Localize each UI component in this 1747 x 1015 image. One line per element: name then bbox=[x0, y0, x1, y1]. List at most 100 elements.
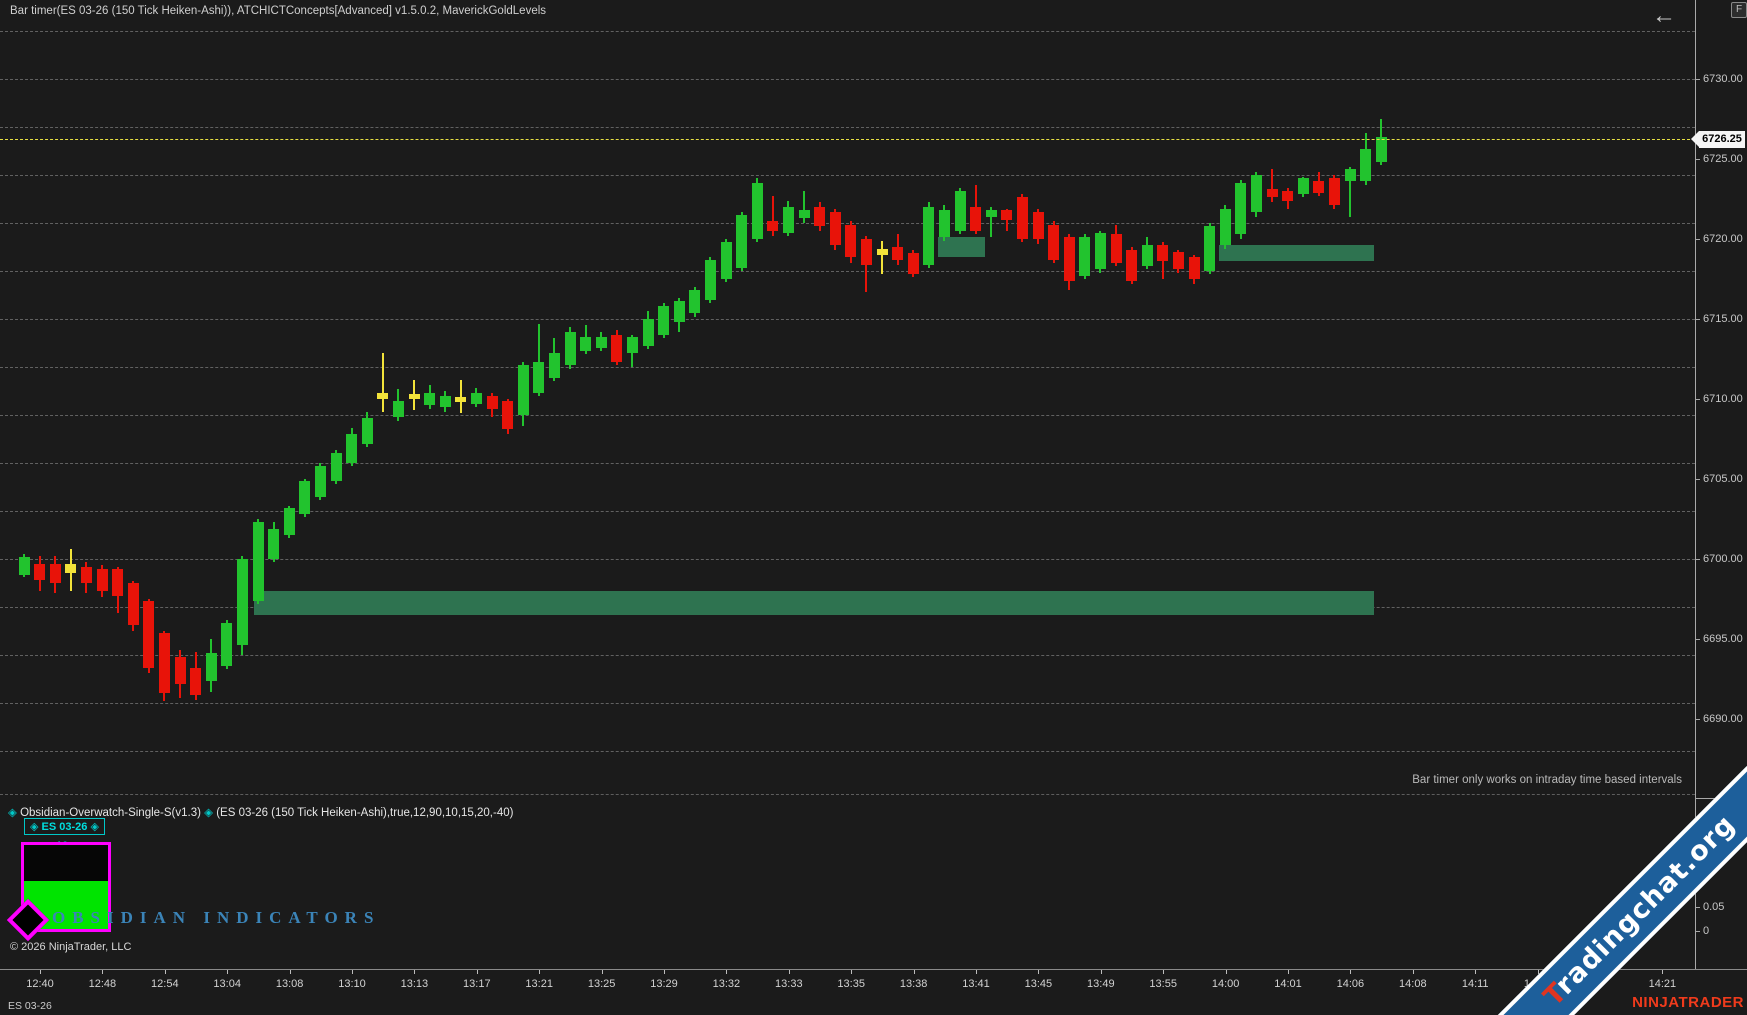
instrument-badge: ◈ ES 03-26 ◈ bbox=[24, 818, 105, 835]
fixed-scale-icon[interactable]: F bbox=[1731, 2, 1747, 18]
gridline bbox=[0, 127, 1695, 128]
price-label: 6700.00 bbox=[1703, 553, 1743, 565]
candle-body bbox=[112, 569, 123, 596]
time-label: 14:06 bbox=[1337, 978, 1365, 990]
time-tick bbox=[851, 970, 852, 974]
gridline bbox=[0, 463, 1695, 464]
gridline bbox=[0, 415, 1695, 416]
candle-body bbox=[518, 365, 529, 415]
gridline bbox=[0, 79, 1695, 80]
time-axis-line bbox=[0, 969, 1747, 970]
bar-timer-note: Bar timer only works on intraday time ba… bbox=[1412, 774, 1682, 786]
diamond-icon: ◈ bbox=[8, 807, 17, 819]
time-tick bbox=[40, 970, 41, 974]
candle-body bbox=[81, 567, 92, 583]
time-label: 13:10 bbox=[338, 978, 366, 990]
price-axis[interactable]: F 6730.006725.006720.006715.006710.00670… bbox=[1695, 0, 1747, 798]
time-tick bbox=[290, 970, 291, 974]
ninjatrader-chart-window: Bar timer(ES 03-26 (150 Tick Heiken-Ashi… bbox=[0, 0, 1747, 1015]
candle-body bbox=[627, 337, 638, 353]
back-arrow-icon[interactable]: ← bbox=[1652, 2, 1676, 30]
panel-splitter[interactable] bbox=[0, 794, 1695, 795]
time-label: 14:11 bbox=[1462, 978, 1489, 990]
price-label: 6725.00 bbox=[1703, 153, 1743, 165]
time-tick bbox=[227, 970, 228, 974]
candle-body bbox=[955, 191, 966, 231]
indicator-panel[interactable]: ◈ Obsidian-Overwatch-Single-S(v1.3) ◈ (E… bbox=[0, 798, 1695, 969]
candle-body bbox=[939, 210, 950, 237]
candle-body bbox=[705, 260, 716, 300]
gridline bbox=[0, 655, 1695, 656]
candle-body bbox=[580, 337, 591, 351]
candle-body bbox=[455, 397, 466, 402]
candle-body bbox=[284, 508, 295, 535]
time-label: 13:32 bbox=[713, 978, 741, 990]
candle-body bbox=[393, 401, 404, 417]
time-label: 13:13 bbox=[401, 978, 429, 990]
candle-body bbox=[1033, 212, 1044, 239]
time-tick bbox=[1038, 970, 1039, 974]
candle-body bbox=[299, 481, 310, 515]
time-label: 12:54 bbox=[151, 978, 179, 990]
candle-body bbox=[1048, 225, 1059, 260]
candle-body bbox=[549, 353, 560, 379]
candle-body bbox=[923, 207, 934, 265]
candle-body bbox=[861, 239, 872, 265]
price-label: 6720.00 bbox=[1703, 233, 1743, 245]
candle-body bbox=[315, 466, 326, 496]
candle-body bbox=[362, 418, 373, 444]
candle-body bbox=[1282, 191, 1293, 201]
time-axis[interactable]: 12:4012:4812:5413:0413:0813:1013:1313:17… bbox=[0, 969, 1747, 1015]
candle-body bbox=[721, 242, 732, 279]
diamond-icon: ◈ bbox=[30, 821, 38, 833]
candle-body bbox=[143, 601, 154, 668]
candle-body bbox=[783, 207, 794, 233]
time-tick bbox=[1226, 970, 1227, 974]
time-label: 13:25 bbox=[588, 978, 616, 990]
candle-body bbox=[752, 183, 763, 239]
candle-body bbox=[19, 557, 30, 575]
candle-body bbox=[986, 210, 997, 216]
candle-body bbox=[596, 337, 607, 348]
candle-body bbox=[892, 247, 903, 260]
price-label: 6690.00 bbox=[1703, 713, 1743, 725]
candle-body bbox=[346, 434, 357, 463]
time-tick bbox=[1288, 970, 1289, 974]
diamond-icon: ◈ bbox=[90, 821, 98, 833]
copyright-text: © 2026 NinjaTrader, LLC bbox=[10, 941, 131, 953]
candle-body bbox=[689, 290, 700, 312]
candle-body bbox=[565, 332, 576, 366]
gridline bbox=[0, 31, 1695, 32]
candle-body bbox=[377, 393, 388, 399]
indicator-header: ◈ Obsidian-Overwatch-Single-S(v1.3) ◈ (E… bbox=[8, 805, 513, 819]
time-tick bbox=[539, 970, 540, 974]
candle-body bbox=[175, 657, 186, 684]
candle-wick bbox=[881, 241, 883, 275]
supply-zone bbox=[1219, 245, 1374, 261]
time-tick bbox=[1413, 970, 1414, 974]
gridline bbox=[0, 511, 1695, 512]
candle-body bbox=[409, 394, 420, 399]
current-price-line bbox=[0, 139, 1695, 140]
time-label: 13:04 bbox=[213, 978, 241, 990]
candle-body bbox=[1251, 175, 1262, 212]
time-label: 12:40 bbox=[26, 978, 54, 990]
candle-body bbox=[767, 221, 778, 231]
candle-body bbox=[1235, 183, 1246, 234]
candle-body bbox=[1111, 234, 1122, 263]
indicator-axis-label: 0.05 bbox=[1703, 901, 1724, 913]
candle-body bbox=[253, 522, 264, 600]
main-chart-panel[interactable]: Bar timer only works on intraday time ba… bbox=[0, 0, 1695, 798]
time-tick bbox=[102, 970, 103, 974]
status-instrument: ES 03-26 bbox=[8, 1000, 52, 1012]
candle-body bbox=[128, 583, 139, 625]
candle-body bbox=[1298, 178, 1309, 194]
candle-body bbox=[830, 212, 841, 246]
candle-body bbox=[1173, 252, 1184, 270]
candle-body bbox=[268, 529, 279, 559]
time-label: 13:55 bbox=[1149, 978, 1177, 990]
time-tick bbox=[1662, 970, 1663, 974]
time-tick bbox=[664, 970, 665, 974]
gridline bbox=[0, 319, 1695, 320]
candle-body bbox=[908, 253, 919, 274]
